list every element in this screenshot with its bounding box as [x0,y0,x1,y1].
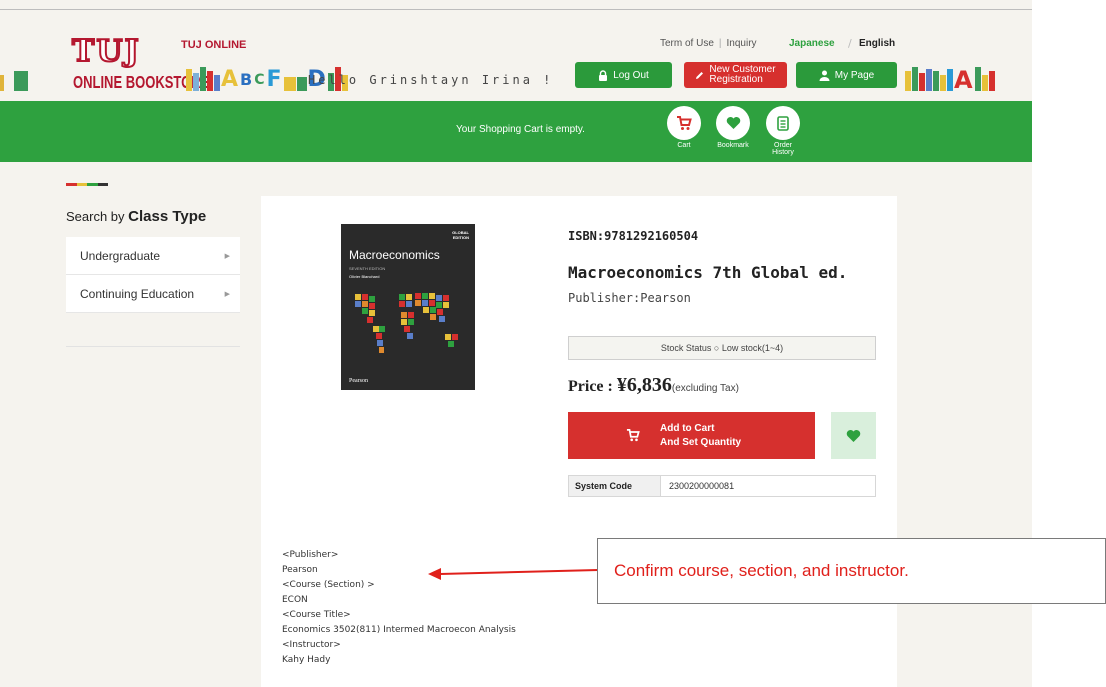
cover-author: Olivier Blanchard [349,274,380,279]
cart-label: Cart [677,142,691,149]
price-label: Price : [568,378,617,395]
cover-world-map-art [355,293,458,353]
price-value: ¥6,836 [616,374,672,396]
logo-tuj[interactable]: TUJ [71,36,141,68]
system-code-table: System Code 2300200000081 [568,475,876,497]
cover-global-edition-badge: GLOBAL EDITION [452,230,469,240]
class-type-list: Undergraduate ▶ Continuing Education ▶ [66,237,240,313]
cart-icon [626,429,640,442]
new-customer-registration-button[interactable]: New Customer Registration [684,62,787,88]
sidebar-item-continuing-education[interactable]: Continuing Education ▶ [66,275,240,313]
caret-right-icon: ▶ [224,290,230,298]
decor-books-right: A [905,65,996,94]
product-title: Macroeconomics 7th Global ed. [568,263,848,282]
decor-letter: A [954,66,973,94]
details-line: ECON [282,595,308,605]
sidebar-title-prefix: Search by [66,209,125,224]
logout-button[interactable]: Log Out [575,62,672,88]
logout-label: Log Out [613,69,649,81]
decor-books-left [0,65,29,91]
terms-of-use-link[interactable]: Term of Use [660,38,714,49]
product-publisher: Publisher:Pearson [568,291,691,305]
system-code-label: System Code [569,476,661,496]
cover-publisher-logo: Pearson [349,378,368,384]
annotation-arrow [428,568,599,580]
cart-status-bar: Your Shopping Cart is empty. Cart Bookma… [0,101,1032,162]
decor-letter: B [240,70,253,89]
cart-icon [677,115,692,130]
my-page-button[interactable]: My Page [796,62,897,88]
add-to-cart-label-line1: Add to Cart [660,422,715,434]
decor-letter: C [254,72,265,88]
language-separator: / [848,37,852,50]
stock-status: Stock Status ○ Low stock(1~4) [568,336,876,360]
price-tax-note: (excluding Tax) [671,383,739,394]
cover-edition: SEVENTH EDITION [349,266,386,271]
bookmark-label: Bookmark [717,142,749,149]
language-japanese-link[interactable]: Japanese [789,38,835,49]
product-detail-panel: GLOBAL EDITION Macroeconomics SEVENTH EDI… [261,196,897,687]
sidebar-divider [66,346,240,347]
price: Price : ¥6,836(excluding Tax) [568,374,739,397]
heart-icon [726,117,740,129]
heart-icon [846,429,861,442]
cart-link[interactable]: Cart [667,106,701,149]
isbn: ISBN:9781292160504 [568,229,699,243]
cart-status-message: Your Shopping Cart is empty. [456,124,585,135]
user-icon [819,70,830,81]
sidebar-title: Search by Class Type [66,208,206,225]
top-links: Term of Use | Inquiry [660,38,757,49]
details-line: Kahy Hady [282,655,331,665]
new-customer-label-line2: Registration [709,74,763,85]
my-page-label: My Page [834,69,875,81]
order-history-icon [777,115,789,131]
bookmark-button[interactable] [831,412,876,459]
sidebar-item-undergraduate[interactable]: Undergraduate ▶ [66,237,240,275]
header: TUJ ONLINE BOOKSTORE TUJ ONLINE A B C F … [0,24,1032,101]
logo-online-label: TUJ ONLINE [181,39,247,51]
system-code-value: 2300200000081 [669,481,735,491]
sidebar-item-label: Undergraduate [80,248,161,263]
inquiry-link[interactable]: Inquiry [727,38,757,49]
details-line: Economics 3502(811) Intermed Macroecon A… [282,625,516,635]
pencil-icon [696,71,704,79]
section-accent-dash [66,183,108,186]
add-to-cart-label-line2: And Set Quantity [660,436,742,448]
details-line: <Publisher> [282,550,339,560]
cover-title: Macroeconomics [349,248,440,262]
sidebar-item-label: Continuing Education [80,286,195,301]
decor-letter: A [221,67,239,92]
caret-right-icon: ▶ [224,252,230,260]
book-cover-image: GLOBAL EDITION Macroeconomics SEVENTH EDI… [341,224,475,390]
sidebar-title-bold: Class Type [128,208,207,225]
top-divider [0,9,1032,10]
annotation-callout: Confirm course, section, and instructor. [597,538,1106,604]
lock-icon [599,69,608,81]
order-history-label: Order History [772,142,794,156]
order-history-link[interactable]: Order History [766,106,800,156]
bookmark-link[interactable]: Bookmark [716,106,750,149]
language-english-link[interactable]: English [859,38,895,49]
decor-letter: F [266,67,282,92]
user-greeting: Hello Grinshtayn Irina ! [308,73,554,87]
add-to-cart-button[interactable]: Add to Cart And Set Quantity [568,412,815,459]
details-line: <Course Title> [282,610,351,620]
details-line: <Instructor> [282,640,341,650]
